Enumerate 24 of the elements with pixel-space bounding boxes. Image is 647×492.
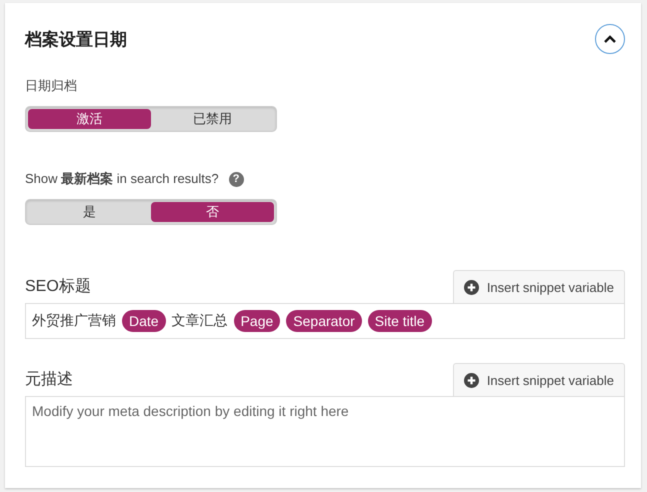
- toggle-option[interactable]: 已禁用: [151, 109, 274, 129]
- title-field[interactable]: 外贸推广营销 Date 文章汇总 Page Separator Site title: [25, 303, 625, 339]
- help-icon[interactable]: ?: [228, 172, 244, 186]
- title-text: 文章汇总: [172, 312, 228, 330]
- variable-tag[interactable]: Date: [122, 310, 166, 332]
- variable-tag[interactable]: Page: [234, 310, 280, 332]
- insert-variable-button[interactable]: Insert snippet variable: [452, 363, 625, 396]
- insert-variable-button[interactable]: Insert snippet variable: [452, 270, 625, 303]
- toggle-option[interactable]: 激活: [28, 109, 151, 129]
- collapse-button[interactable]: [595, 24, 625, 54]
- field-label: Show 最新档案 in search results?: [25, 170, 219, 188]
- description-field[interactable]: Modify your meta description by editing it right here: [25, 396, 625, 467]
- field-label: 元描述: [25, 370, 73, 390]
- variable-tag[interactable]: Site title: [368, 310, 432, 332]
- field-label: 日期归档: [25, 77, 77, 95]
- section-title: 档案设置日期: [25, 28, 127, 50]
- variable-tag[interactable]: Separator: [286, 310, 362, 332]
- chevron-up-icon: [603, 34, 617, 44]
- toggle-option[interactable]: 是: [28, 202, 151, 222]
- toggle-option[interactable]: 否: [151, 202, 274, 222]
- add-icon: [464, 372, 479, 388]
- title-text: 外贸推广营销: [32, 312, 116, 330]
- field-label: SEO标题: [25, 277, 91, 297]
- add-icon: [464, 280, 479, 294]
